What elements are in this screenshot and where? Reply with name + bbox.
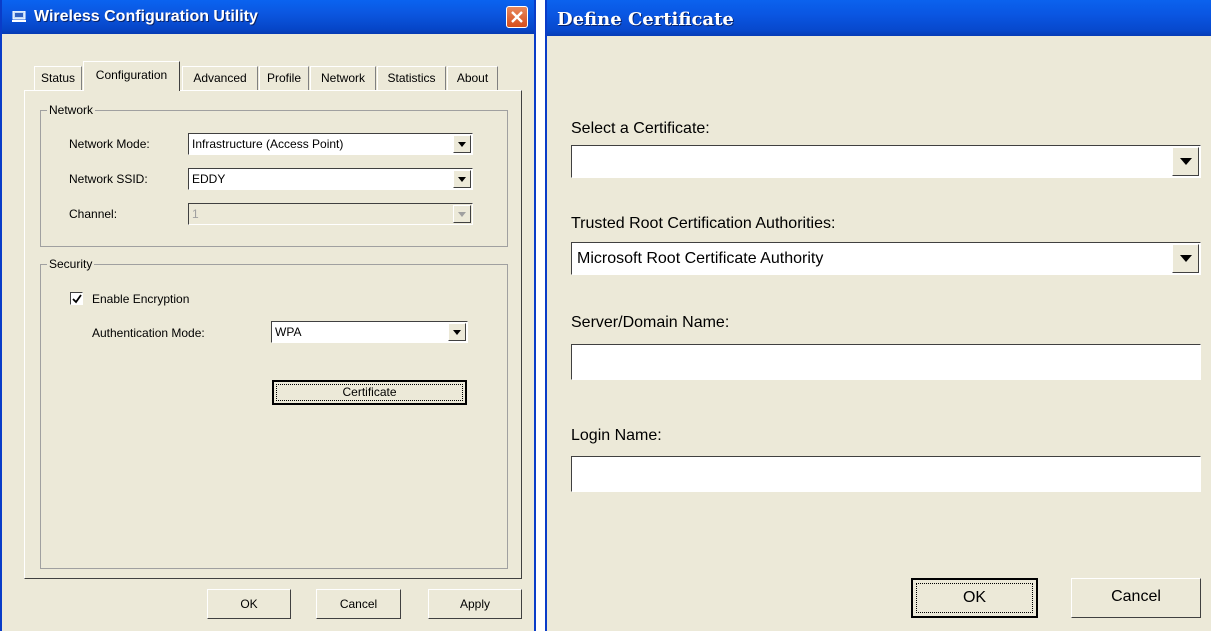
trusted-root-select[interactable]: Microsoft Root Certificate Authority xyxy=(571,242,1201,275)
ok-button[interactable]: OK xyxy=(207,589,291,619)
dropdown-arrow-button xyxy=(453,205,471,223)
authentication-mode-select[interactable]: WPA xyxy=(271,321,468,343)
checkmark-icon xyxy=(72,294,82,304)
chevron-down-icon xyxy=(458,142,466,147)
network-ssid-label: Network SSID: xyxy=(69,172,148,186)
title-bar[interactable]: Wireless Configuration Utility xyxy=(2,0,534,34)
server-domain-input[interactable] xyxy=(571,344,1201,380)
tab-network[interactable]: Network xyxy=(310,66,376,90)
login-name-label: Login Name: xyxy=(571,427,662,444)
window-title: Define Certificate xyxy=(557,9,734,30)
define-certificate-window: Define Certificate Select a Certificate:… xyxy=(545,0,1211,631)
tab-advanced[interactable]: Advanced xyxy=(182,66,258,90)
select-certificate-label: Select a Certificate: xyxy=(571,120,710,137)
trusted-root-label: Trusted Root Certification Authorities: xyxy=(571,215,836,232)
certificate-button[interactable]: Certificate xyxy=(272,380,467,405)
network-computer-icon xyxy=(12,11,26,22)
close-icon xyxy=(511,11,523,23)
network-mode-select[interactable]: Infrastructure (Access Point) xyxy=(188,133,473,155)
tab-about[interactable]: About xyxy=(447,66,498,90)
tab-status[interactable]: Status xyxy=(34,66,82,90)
security-group-legend: Security xyxy=(47,257,95,271)
network-ssid-combo[interactable]: EDDY xyxy=(188,168,473,190)
server-domain-label: Server/Domain Name: xyxy=(571,314,730,331)
channel-select: 1 xyxy=(188,203,473,225)
security-group: Security xyxy=(40,257,508,569)
login-name-input[interactable] xyxy=(571,456,1201,492)
authentication-mode-label: Authentication Mode: xyxy=(92,326,205,340)
channel-label: Channel: xyxy=(69,207,118,221)
enable-encryption-checkbox[interactable] xyxy=(70,292,83,305)
dropdown-arrow-button[interactable] xyxy=(448,323,466,341)
dropdown-arrow-button[interactable] xyxy=(453,135,471,153)
window-title: Wireless Configuration Utility xyxy=(34,8,258,25)
close-button[interactable] xyxy=(506,6,528,28)
network-mode-label: Network Mode: xyxy=(69,137,150,151)
wireless-config-window: Wireless Configuration Utility Status Co… xyxy=(0,0,536,631)
chevron-down-icon xyxy=(453,330,461,335)
tab-configuration[interactable]: Configuration xyxy=(83,61,180,91)
tab-profile[interactable]: Profile xyxy=(259,66,309,90)
chevron-down-icon xyxy=(1180,255,1192,262)
dropdown-arrow-button[interactable] xyxy=(1172,244,1199,273)
enable-encryption-label[interactable]: Enable Encryption xyxy=(92,292,189,306)
ok-button[interactable]: OK xyxy=(911,578,1038,618)
network-group-legend: Network xyxy=(47,103,96,117)
apply-button[interactable]: Apply xyxy=(428,589,522,619)
tab-statistics[interactable]: Statistics xyxy=(377,66,446,90)
chevron-down-icon xyxy=(458,177,466,182)
dropdown-arrow-button[interactable] xyxy=(453,170,471,188)
certificate-select[interactable] xyxy=(571,145,1201,178)
dropdown-arrow-button[interactable] xyxy=(1172,147,1199,176)
cancel-button[interactable]: Cancel xyxy=(316,589,401,619)
chevron-down-icon xyxy=(458,212,466,217)
title-bar[interactable]: Define Certificate xyxy=(547,0,1211,36)
chevron-down-icon xyxy=(1180,158,1192,165)
cancel-button[interactable]: Cancel xyxy=(1071,578,1201,618)
